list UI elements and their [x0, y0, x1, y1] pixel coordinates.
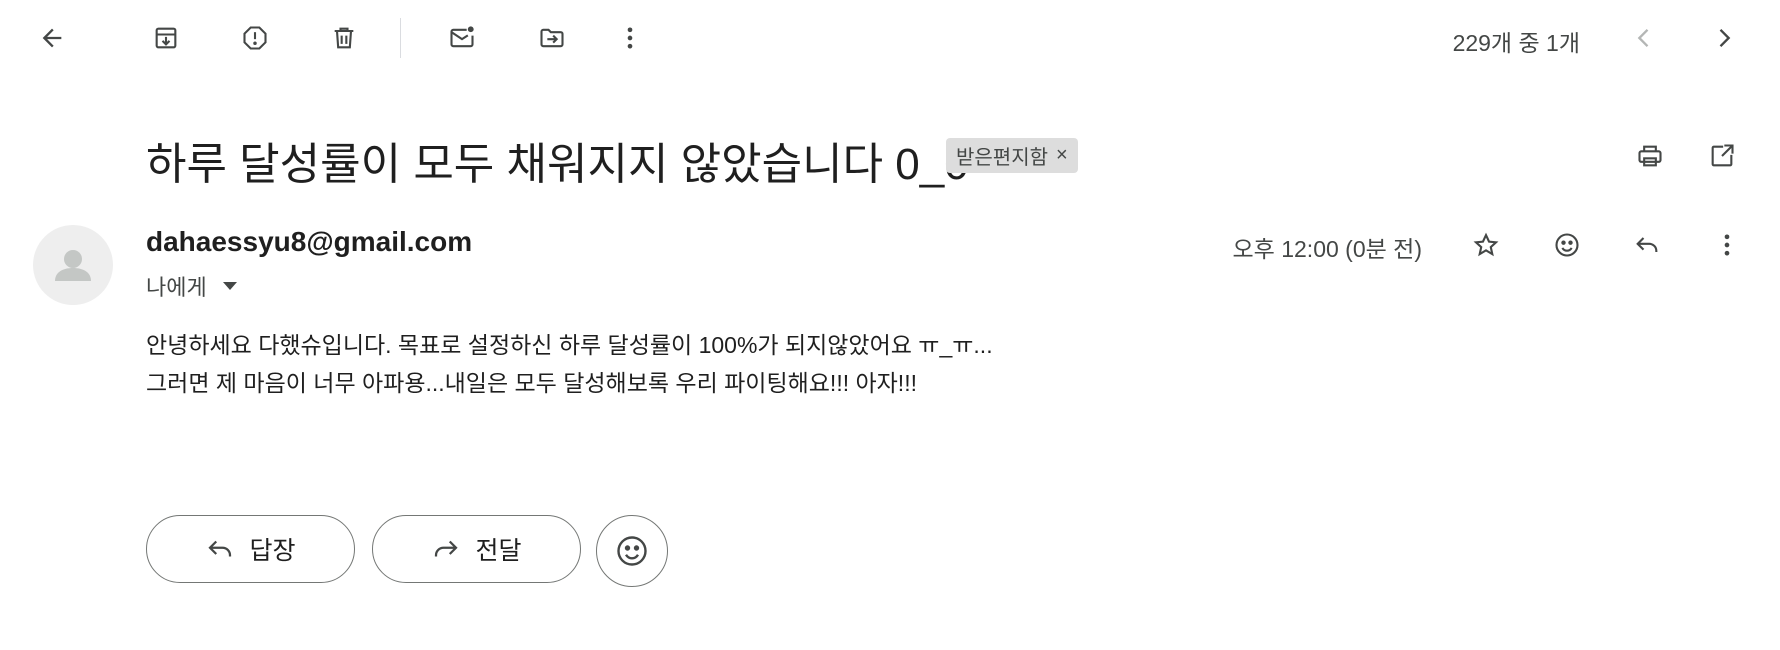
back-arrow-icon[interactable]	[30, 16, 74, 60]
emoji-icon	[617, 536, 647, 566]
message-time: 오후 12:00 (0분 전)	[1232, 236, 1422, 262]
emoji-button[interactable]	[596, 515, 668, 587]
archive-icon[interactable]	[144, 16, 188, 60]
label-chip-text: 받은편지함	[956, 147, 1048, 169]
forward-button-label: 전달	[475, 537, 522, 565]
star-icon[interactable]	[1464, 223, 1508, 267]
reply-icon[interactable]	[1625, 223, 1669, 267]
forward-arrow-icon	[435, 540, 459, 557]
mark-unread-icon[interactable]	[440, 16, 484, 60]
more-options-icon[interactable]	[1705, 223, 1749, 267]
open-in-new-window-icon[interactable]	[1700, 134, 1744, 178]
recipient-label: 나에게	[146, 275, 207, 300]
body-line: 그러면 제 마음이 너무 아파용...내일은 모두 달성해보록 우리 파이팅해요…	[146, 370, 917, 396]
email-subject: 하루 달성률이 모두 채워지지 않았습니다 0_0	[146, 140, 969, 189]
remove-label-button[interactable]: ×	[1056, 144, 1068, 167]
reply-arrow-icon	[208, 540, 232, 557]
emoji-react-icon[interactable]	[1545, 223, 1589, 267]
chevron-right-icon[interactable]	[1702, 16, 1746, 60]
more-vert-icon[interactable]	[608, 16, 652, 60]
message-counter: 229개 중 1개	[1452, 30, 1580, 56]
avatar[interactable]	[33, 225, 113, 305]
label-chip-inbox: 받은편지함 ×	[946, 138, 1078, 173]
recipient-line: 나에게	[146, 270, 237, 302]
forward-button[interactable]: 전달	[372, 515, 581, 583]
sender-email[interactable]: dahaessyu8@gmail.com	[146, 226, 472, 258]
body-line: 안녕하세요 다했슈입니다. 목표로 설정하신 하루 달성률이 100%가 되지않…	[146, 332, 993, 358]
email-body: 안녕하세요 다했슈입니다. 목표로 설정하신 하루 달성률이 100%가 되지않…	[146, 326, 993, 402]
toolbar-divider	[400, 18, 401, 58]
reply-button-label: 답장	[249, 537, 296, 565]
report-spam-icon[interactable]	[233, 16, 277, 60]
recipient-details-caret-icon[interactable]	[222, 282, 237, 290]
chevron-left-icon[interactable]	[1622, 16, 1666, 60]
delete-icon[interactable]	[322, 16, 366, 60]
move-to-icon[interactable]	[530, 16, 574, 60]
reply-button[interactable]: 답장	[146, 515, 355, 583]
print-icon[interactable]	[1628, 134, 1672, 178]
